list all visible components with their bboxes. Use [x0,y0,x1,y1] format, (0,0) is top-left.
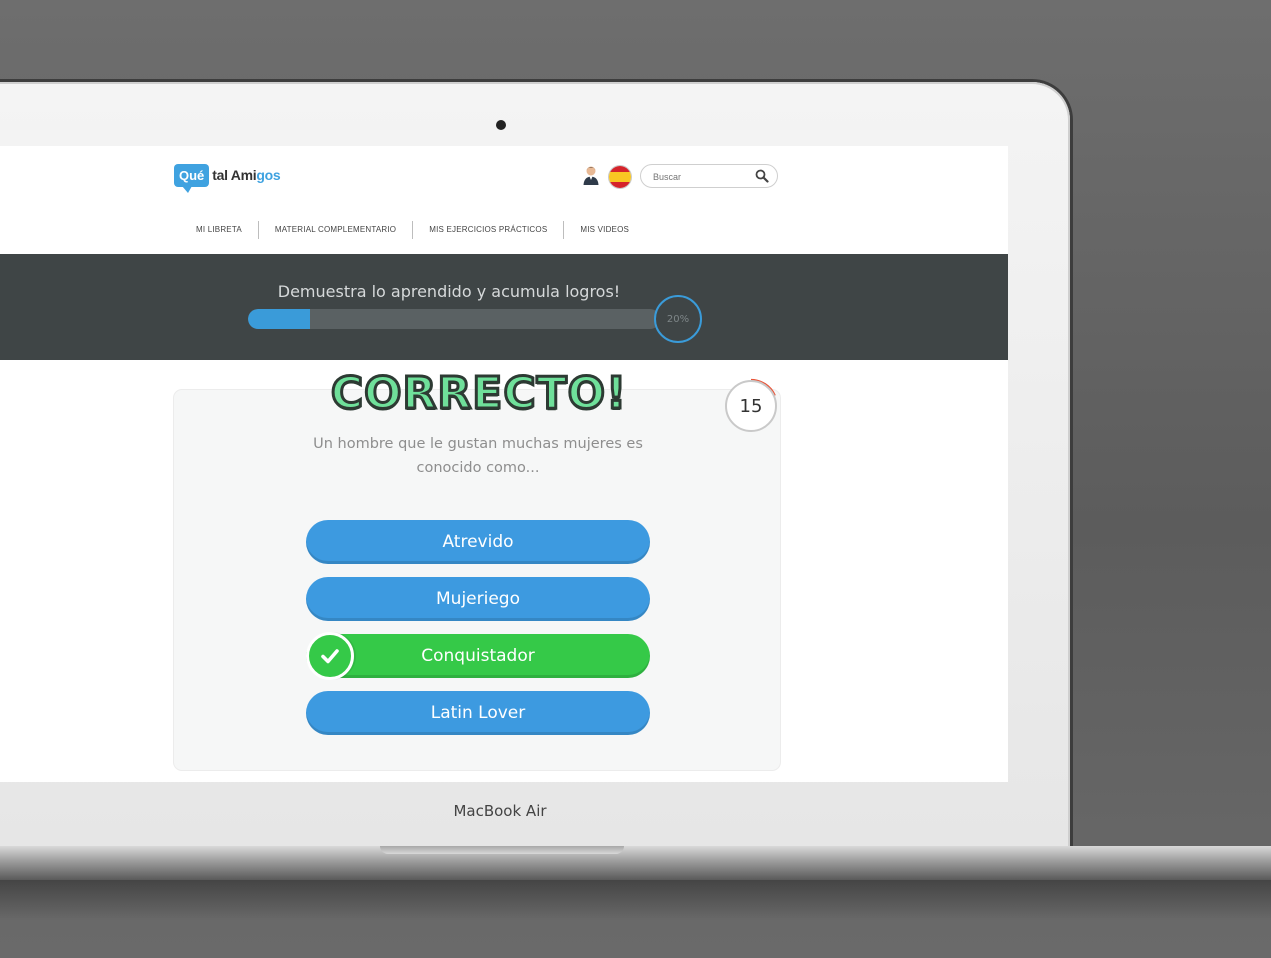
answer-option-correct[interactable]: Conquistador [306,632,650,680]
countdown-timer: 15 [725,380,777,432]
progress-bar-fill [248,309,310,329]
answer-label: Conquistador [421,646,535,666]
timer-value: 15 [739,395,763,417]
progress-percent-label: 20% [666,313,690,325]
camera-dot [496,120,506,130]
site-header: Qué tal Amigos MI LIBRETA MATERIAL COMPL… [0,146,1008,254]
spain-flag-icon[interactable] [609,166,631,188]
main-nav: MI LIBRETA MATERIAL COMPLEMENTARIO MIS E… [180,218,780,242]
correct-banner: CORRECTO! [329,367,628,421]
answer-option[interactable]: Latin Lover [306,691,650,735]
laptop-shadow [0,880,1271,920]
device-brand-label: MacBook Air [453,802,547,820]
progress-title: Demuestra lo aprendido y acumula logros! [277,282,621,301]
check-icon [306,632,354,680]
answer-list: Atrevido Mujeriego Conquistador Latin Lo… [306,520,650,748]
search-icon[interactable] [755,169,769,183]
answer-option[interactable]: Atrevido [306,520,650,564]
progress-bar [248,309,660,329]
logo-badge: Qué [174,163,210,193]
logo-name-highlight: gos [256,167,281,183]
nav-item-mis-videos[interactable]: MIS VIDEOS [564,220,645,240]
search-input[interactable] [651,165,755,189]
answer-label: Atrevido [442,532,514,552]
logo-name-prefix: tal Ami [212,167,257,183]
site-logo[interactable]: Qué tal Amigos [174,160,281,193]
answer-label: Mujeriego [436,589,520,609]
checkmark-icon [321,649,339,664]
quiz-question: Un hombre que le gustan muchas mujeres e… [313,436,643,476]
logo-text: tal Amigos [212,167,280,183]
nav-item-mis-ejercicios[interactable]: MIS EJERCICIOS PRÁCTICOS [413,220,563,240]
answer-label: Latin Lover [430,703,526,723]
nav-item-material-complementario[interactable]: MATERIAL COMPLEMENTARIO [259,220,412,240]
progress-band: Demuestra lo aprendido y acumula logros!… [0,254,1008,360]
progress-percent-ring: 20% [654,295,702,343]
laptop-base-notch [380,846,624,854]
nav-item-mi-libreta[interactable]: MI LIBRETA [180,220,258,240]
laptop-base [0,846,1271,880]
user-avatar-icon[interactable] [582,165,600,185]
answer-option[interactable]: Mujeriego [306,577,650,621]
search-box [640,164,778,189]
